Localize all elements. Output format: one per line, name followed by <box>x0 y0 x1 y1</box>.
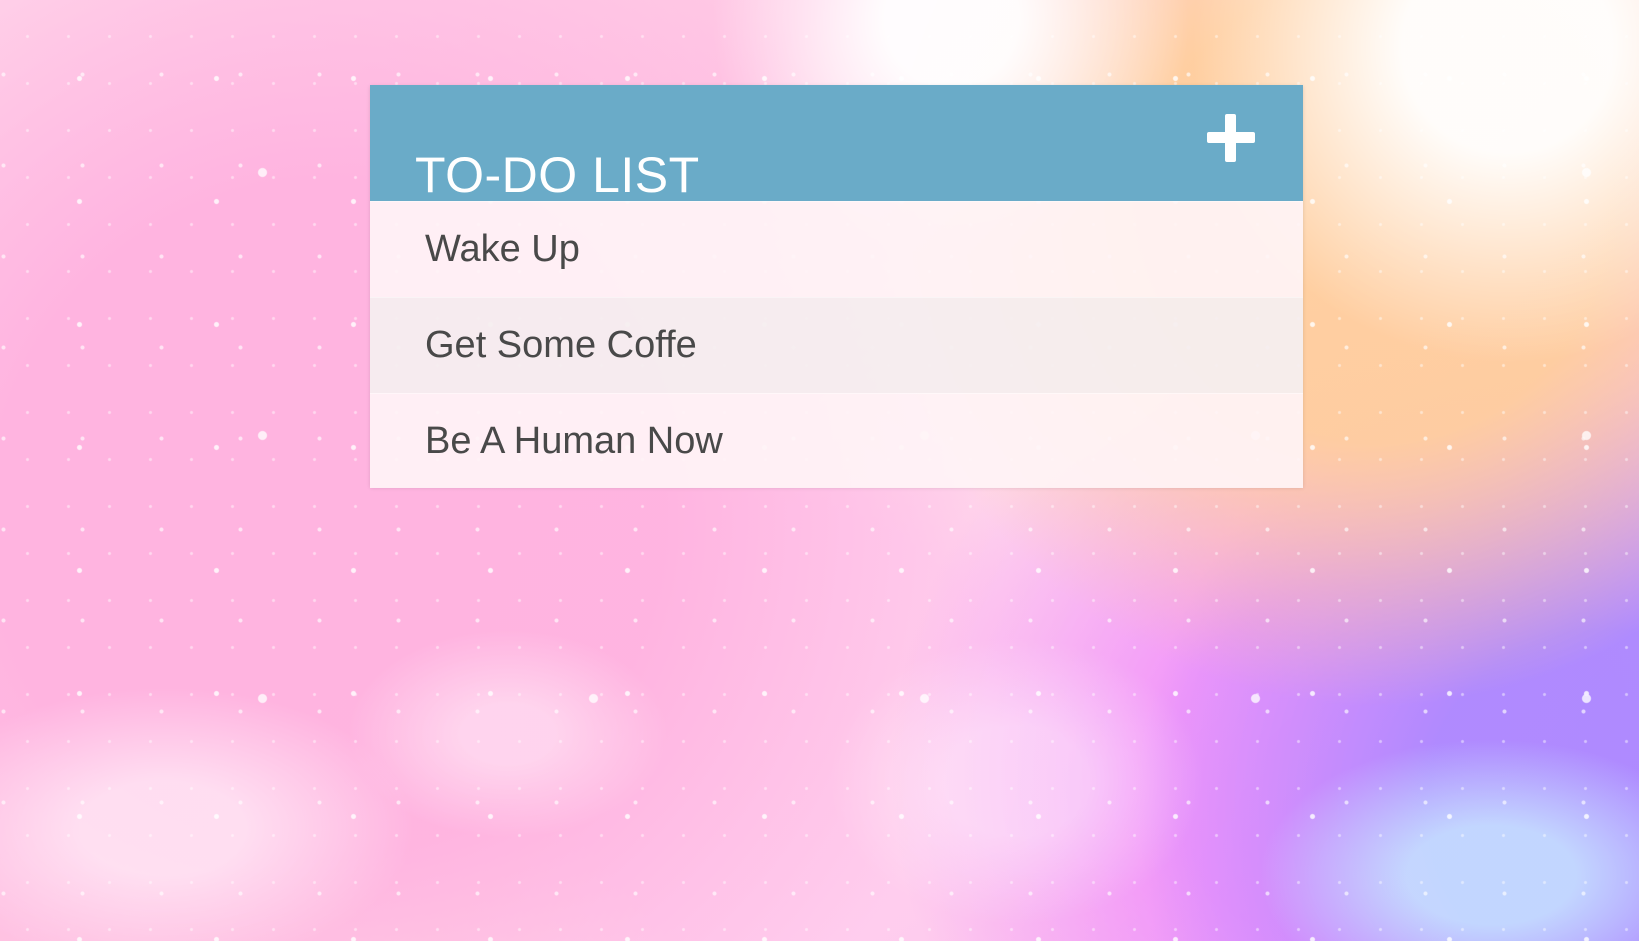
todo-item-get-some-coffe[interactable]: Get Some Coffe <box>370 297 1303 393</box>
todo-item-be-a-human-now[interactable]: Be A Human Now <box>370 393 1303 488</box>
todo-item-label: Be A Human Now <box>425 420 723 462</box>
todo-item-label: Wake Up <box>425 228 580 270</box>
todo-item-wake-up[interactable]: Wake Up <box>370 201 1303 297</box>
plus-icon <box>1203 110 1259 166</box>
todo-list-header: TO-DO LIST <box>370 85 1303 201</box>
todo-list-panel: TO-DO LIST Wake Up Get Some Coffe Be A H… <box>370 85 1303 488</box>
add-task-button[interactable] <box>1203 110 1259 166</box>
todo-items-list: Wake Up Get Some Coffe Be A Human Now <box>370 201 1303 488</box>
todo-item-label: Get Some Coffe <box>425 324 697 366</box>
todo-list-title: TO-DO LIST <box>415 146 700 203</box>
